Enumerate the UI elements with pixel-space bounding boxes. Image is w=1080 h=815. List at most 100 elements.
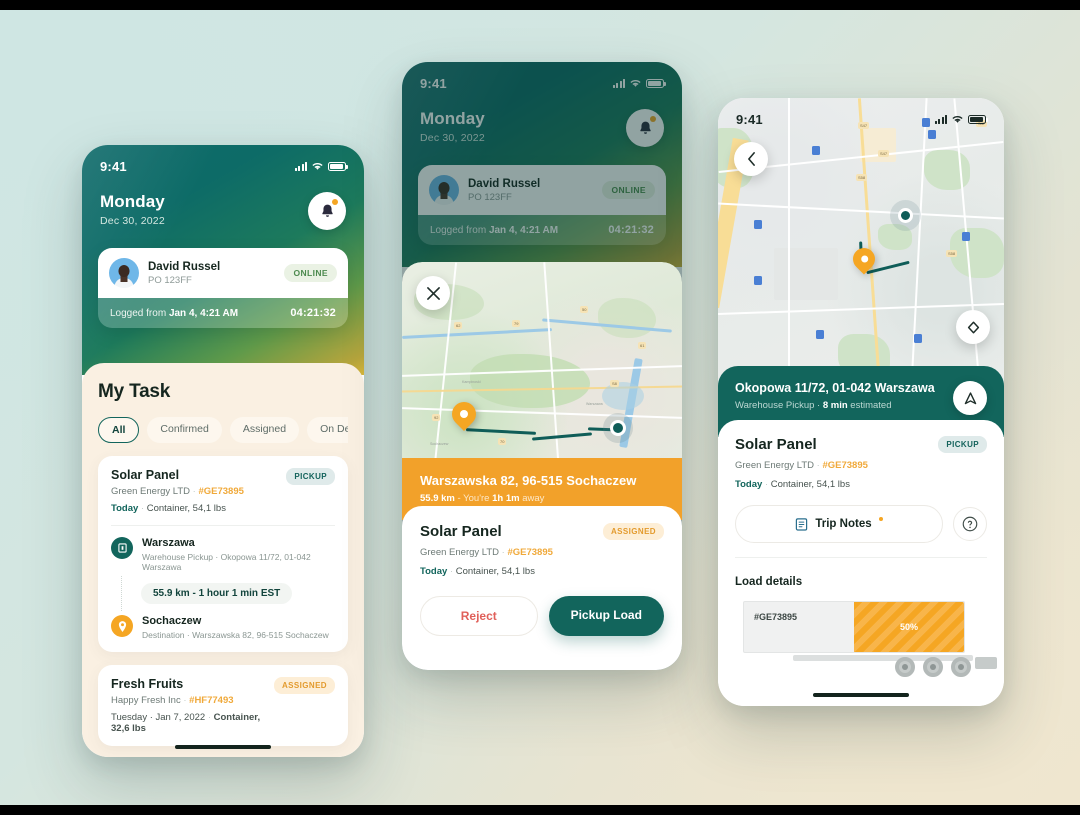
pickup-address: Okopowa 11/72, 01-042 Warszawa [735,381,935,395]
notification-bell-button[interactable] [308,192,346,230]
load-reference: #GE73895 [822,460,868,471]
offer-sheet: Warszawska 82, 96-515 Sochaczew 55.9 km … [402,458,682,670]
notification-badge-dot [332,199,338,205]
load-meta: Today · Container, 54,1 lbs [420,566,535,577]
task-meta: Today · Container, 54,1 lbs [111,503,226,514]
signal-icon [612,79,625,88]
driver-card-top: David Russel PO 123FF ONLINE [98,248,348,298]
battery-icon [968,115,988,124]
destination-suffix: away [522,493,545,504]
trailer-chassis [793,655,973,661]
driver-card[interactable]: David Russel PO 123FF ONLINE Logged from… [98,248,348,328]
task-reference: #HF77493 [189,695,234,706]
status-badge: ONLINE [602,181,655,199]
task-meta: Tuesday · Jan 7, 2022 · Container, 32,6 … [111,712,261,734]
load-offer-panel: 62 79 50 S8 92 70 61 Kampinoski Warszawa… [402,262,682,670]
header-date-block: Monday Dec 30, 2022 [420,109,485,144]
load-detail-panel: Solar Panel Green Energy LTD · #GE73895 … [402,506,682,670]
filter-chip-on-delivery[interactable]: On Delivery [307,417,348,443]
load-status-tag: ASSIGNED [603,523,664,540]
wheel [923,657,943,677]
map-current-location-dot[interactable] [898,208,913,223]
navigate-button[interactable] [953,381,987,415]
task-cargo: Container, 54,1 lbs [146,503,226,514]
bell-icon [321,204,333,217]
avatar [429,175,459,205]
map-destination-pin[interactable] [447,397,481,431]
pickup-eta: Warehouse Pickup · 8 min estimated [735,400,935,411]
load-company: Green Energy LTD · #GE73895 [735,460,868,471]
battery-icon [646,79,666,88]
signal-icon [934,115,947,124]
header-gradient: 9:41 Monday Dec 30, 2022 David Russel PO… [82,145,364,375]
destination-separator: - [457,493,461,504]
header-date-block: Monday Dec 30, 2022 [100,192,165,227]
destination-time-away: 1h 1m [492,493,520,504]
task-company-name: Green Energy LTD [111,486,191,497]
canvas: 9:41 Monday Dec 30, 2022 David Russel PO… [0,0,1080,815]
elapsed-time: 04:21:32 [608,224,654,236]
page-title: My Task [98,381,171,402]
notes-row: Trip Notes [735,505,987,543]
back-button[interactable] [734,142,768,176]
load-header: Solar Panel Green Energy LTD · #GE73895 … [735,436,987,490]
status-bar-time: 9:41 [736,112,763,127]
locate-button[interactable] [956,310,990,344]
task-card-fresh-fruits[interactable]: Fresh Fruits Happy Fresh Inc · #HF77493 … [98,665,348,746]
load-company-name: Green Energy LTD [735,460,815,471]
warehouse-icon [111,537,133,559]
avatar [109,258,139,288]
home-indicator [175,745,271,749]
logged-from-value: Jan 4, 4:21 AM [168,307,239,319]
filter-chip-confirmed[interactable]: Confirmed [147,417,222,443]
trailer-fill-percent: 50% [899,622,918,632]
header-date: Dec 30, 2022 [100,215,165,227]
trip-notes-badge-dot [878,517,883,521]
notification-bell-button[interactable] [626,109,664,147]
pickup-separator: · [817,400,821,411]
pickup-address-text: Okopowa 11/72, 01-042 Warszawa Warehouse… [735,381,935,411]
trip-detail-sheet: Solar Panel Green Energy LTD · #GE73895 … [718,420,1004,706]
load-details-title: Load details [735,576,803,588]
status-badge: ONLINE [284,264,337,282]
home-indicator [813,693,909,697]
header-row: Monday Dec 30, 2022 [82,174,364,230]
driver-po: PO 123FF [468,191,512,203]
filter-chip-all[interactable]: All [98,417,140,443]
driver-card[interactable]: David Russel PO 123FF ONLINE Logged from… [418,165,666,245]
load-info: Solar Panel Green Energy LTD · #GE73895 … [420,523,553,577]
destination-eta: 55.9 km - You're 1h 1m away [420,493,664,504]
help-icon [962,516,978,532]
bell-icon [639,121,651,134]
status-bar-time: 9:41 [100,159,127,174]
reject-button[interactable]: Reject [420,596,538,636]
wifi-icon [630,79,641,87]
close-icon [426,286,440,300]
pickup-eta-value: 8 min [822,400,848,411]
task-when: Today [111,503,139,514]
wifi-icon [952,115,963,123]
phone-screen-trip-detail: S47 S47 S58 S58 S47 9:41 Okopowa 11/72, … [718,98,1004,706]
route-origin: Warszawa Warehouse Pickup · Okopowa 11/7… [111,537,335,572]
chevron-left-icon [747,152,755,166]
driver-card-top: David Russel PO 123FF ONLINE [418,165,666,215]
help-button[interactable] [953,507,987,541]
map-current-location-dot[interactable] [610,420,626,436]
city-map[interactable]: S47 S47 S58 S58 S47 9:41 [718,98,1004,388]
filter-chip-assigned[interactable]: Assigned [229,417,300,443]
destination-address: Warszawska 82, 96-515 Sochaczew [420,473,637,488]
load-meta: Today · Container, 54,1 lbs [735,479,850,490]
trailer-fill: 50% [854,602,964,652]
trip-notes-button[interactable]: Trip Notes [735,505,943,543]
load-company-name: Green Energy LTD [420,547,500,558]
task-card-solar-panel[interactable]: Solar Panel Green Energy LTD · #GE73895 … [98,456,348,652]
close-button[interactable] [416,276,450,310]
logged-from-text: Logged from Jan 4, 4:21 AM [110,308,238,319]
load-cargo: Container, 54,1 lbs [455,566,535,577]
trailer-reference: #GE73895 [754,612,798,622]
truck-load-diagram: #GE73895 50% [735,601,997,683]
trailer-hitch [975,657,997,669]
pickup-load-button[interactable]: Pickup Load [548,596,664,636]
trip-notes-label: Trip Notes [815,518,872,530]
route-destination-text: Sochaczew Destination · Warszawska 82, 9… [142,615,329,640]
